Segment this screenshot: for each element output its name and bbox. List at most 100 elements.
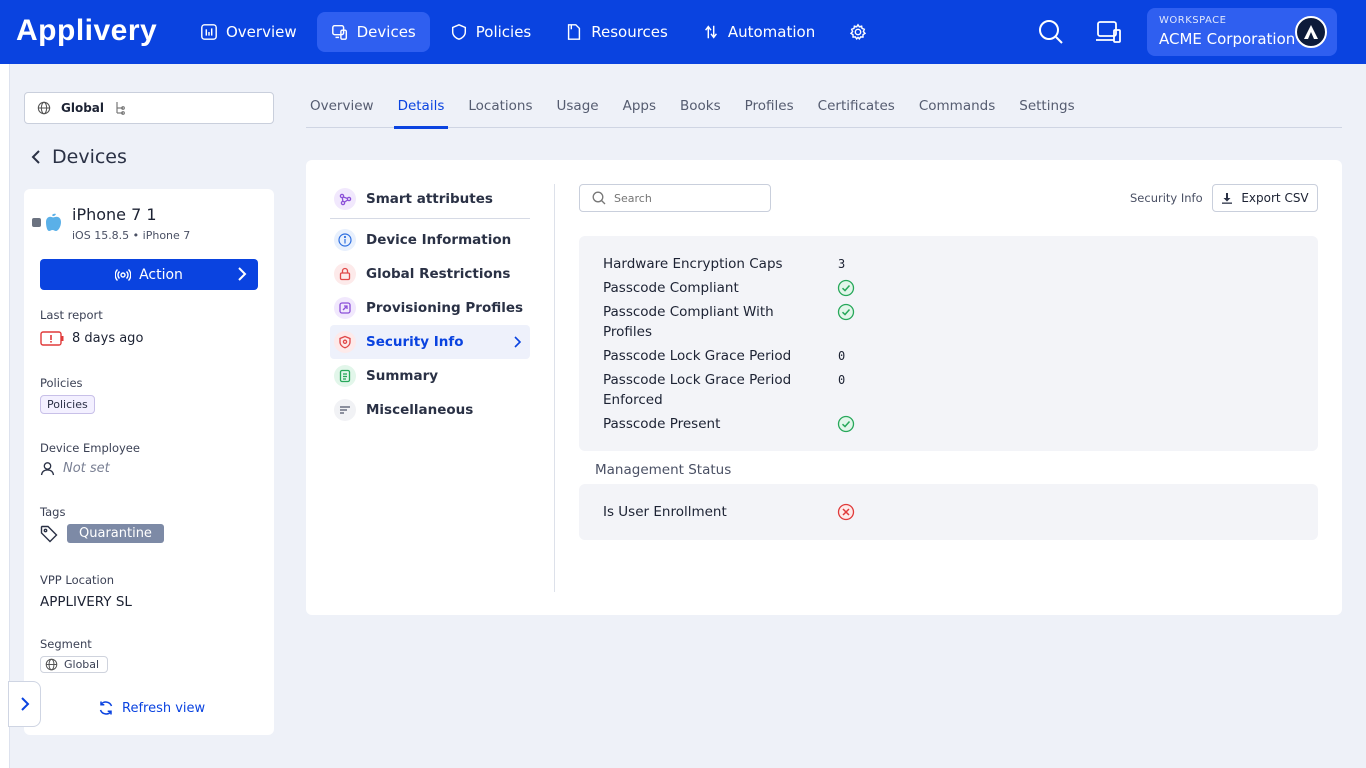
section-title: Security Info: [1130, 191, 1203, 205]
vpp-label: VPP Location: [40, 573, 115, 587]
search-icon: [592, 191, 606, 205]
top-navigation-bar: Applivery Overview Devices Policies Reso…: [0, 0, 1366, 64]
policies-chip[interactable]: Policies: [40, 395, 95, 414]
export-csv-button[interactable]: Export CSV: [1212, 184, 1318, 212]
nav-settings[interactable]: [835, 12, 881, 52]
tab-apps[interactable]: Apps: [619, 90, 676, 128]
row-value: 0: [838, 373, 846, 387]
tab-profiles[interactable]: Profiles: [741, 90, 814, 128]
tab-usage[interactable]: Usage: [553, 90, 619, 128]
tab-commands[interactable]: Commands: [915, 90, 1015, 128]
employee-label: Device Employee: [40, 441, 140, 455]
check-circle-icon: [837, 303, 855, 321]
expand-sidebar-button[interactable]: [8, 681, 41, 727]
submenu-label: Summary: [366, 368, 439, 384]
hierarchy-icon: [116, 102, 125, 115]
tag-icon[interactable]: [40, 525, 59, 543]
nav-overview[interactable]: Overview: [186, 12, 311, 52]
submenu-summary[interactable]: Summary: [330, 359, 530, 393]
refresh-label: Refresh view: [122, 700, 206, 716]
automation-icon: [704, 25, 717, 39]
submenu-label: Security Info: [366, 334, 464, 350]
submenu-label: Miscellaneous: [366, 402, 474, 418]
shield-icon: [451, 24, 466, 40]
tab-overview[interactable]: Overview: [306, 90, 394, 128]
profile-icon: [334, 297, 356, 319]
device-subtitle: iOS 15.8.5 • iPhone 7: [72, 229, 191, 242]
nav-overview-label: Overview: [226, 23, 297, 41]
broadcast-icon: [115, 268, 132, 281]
submenu-label: Provisioning Profiles: [366, 300, 524, 316]
nav-devices[interactable]: Devices: [316, 12, 430, 52]
back-label: Devices: [52, 146, 127, 168]
row-key: Passcode Compliant With Profiles: [603, 304, 774, 340]
back-to-devices[interactable]: Devices: [30, 146, 127, 168]
security-info-box: Hardware Encryption Caps 3 Passcode Comp…: [579, 236, 1318, 451]
device-monitor-icon[interactable]: [1094, 18, 1122, 46]
main-nav: Overview Devices Policies Resources Auto…: [186, 12, 881, 52]
quarantine-tag[interactable]: Quarantine: [67, 524, 164, 543]
nav-policies[interactable]: Policies: [436, 12, 545, 52]
scope-selector[interactable]: Global: [24, 92, 274, 124]
tab-certificates[interactable]: Certificates: [814, 90, 915, 128]
submenu-label: Smart attributes: [366, 191, 493, 207]
submenu-label: Device Information: [366, 232, 512, 248]
details-panel: Smart attributes Device Information Glob…: [306, 160, 1342, 615]
row-key: Passcode Compliant: [603, 280, 739, 296]
check-circle-icon: [837, 415, 855, 433]
search-box[interactable]: [579, 184, 771, 212]
misc-icon: [334, 399, 356, 421]
submenu-label: Global Restrictions: [366, 266, 511, 282]
submenu-security-info[interactable]: Security Info: [330, 325, 530, 359]
devices-icon: [331, 24, 347, 40]
employee-row[interactable]: Not set: [40, 461, 110, 476]
action-button[interactable]: Action: [40, 259, 258, 290]
last-report-label: Last report: [40, 308, 103, 322]
submenu-divider: [330, 218, 530, 219]
submenu-provisioning-profiles[interactable]: Provisioning Profiles: [330, 291, 530, 325]
applivery-logo[interactable]: Applivery: [16, 14, 157, 48]
vpp-value: APPLIVERY SL: [40, 594, 132, 610]
policies-chip-wrap: Policies: [40, 395, 95, 414]
segment-chip[interactable]: Global: [40, 656, 109, 673]
tab-settings[interactable]: Settings: [1015, 90, 1094, 128]
row-value: 3: [838, 257, 846, 271]
refresh-view-button[interactable]: Refresh view: [98, 700, 205, 716]
last-report-value: 8 days ago: [72, 331, 144, 346]
last-report-row: 8 days ago: [40, 331, 143, 346]
management-status-box: Is User Enrollment: [579, 484, 1318, 540]
submenu-device-information[interactable]: Device Information: [330, 223, 530, 257]
device-name: iPhone 7 1: [72, 205, 157, 224]
row-key: Passcode Lock Grace Period Enforced: [603, 372, 792, 408]
search-icon[interactable]: [1037, 18, 1065, 46]
globe-icon: [37, 101, 51, 115]
tags-label: Tags: [40, 505, 66, 519]
submenu-miscellaneous[interactable]: Miscellaneous: [330, 393, 530, 427]
workspace-switcher[interactable]: WORKSPACE ACME Corporation: [1147, 8, 1337, 56]
panel-divider: [554, 184, 555, 592]
chevron-left-icon: [31, 150, 40, 164]
chevron-right-icon: [20, 697, 29, 711]
cross-circle-icon: [837, 503, 855, 521]
nav-automation-label: Automation: [727, 23, 816, 41]
device-tabs: Overview Details Locations Usage Apps Bo…: [306, 90, 1342, 129]
chart-icon: [201, 24, 217, 40]
submenu-global-restrictions[interactable]: Global Restrictions: [330, 257, 530, 291]
management-status-title: Management Status: [595, 462, 732, 478]
apple-device-icon: [32, 211, 62, 237]
row-key: Passcode Lock Grace Period: [603, 348, 792, 364]
nav-automation[interactable]: Automation: [688, 12, 829, 52]
action-label: Action: [139, 266, 183, 283]
smart-icon: [334, 188, 356, 210]
submenu-smart-attributes[interactable]: Smart attributes: [330, 182, 530, 216]
user-icon: [40, 462, 55, 476]
nav-resources[interactable]: Resources: [551, 12, 682, 52]
tab-books[interactable]: Books: [676, 90, 741, 128]
tab-locations[interactable]: Locations: [464, 90, 552, 128]
security-icon: [334, 331, 356, 353]
tab-details[interactable]: Details: [393, 90, 465, 129]
search-input[interactable]: [614, 191, 754, 205]
workspace-avatar: [1295, 16, 1327, 48]
chevron-right-icon: [514, 336, 522, 348]
download-icon: [1222, 193, 1233, 204]
